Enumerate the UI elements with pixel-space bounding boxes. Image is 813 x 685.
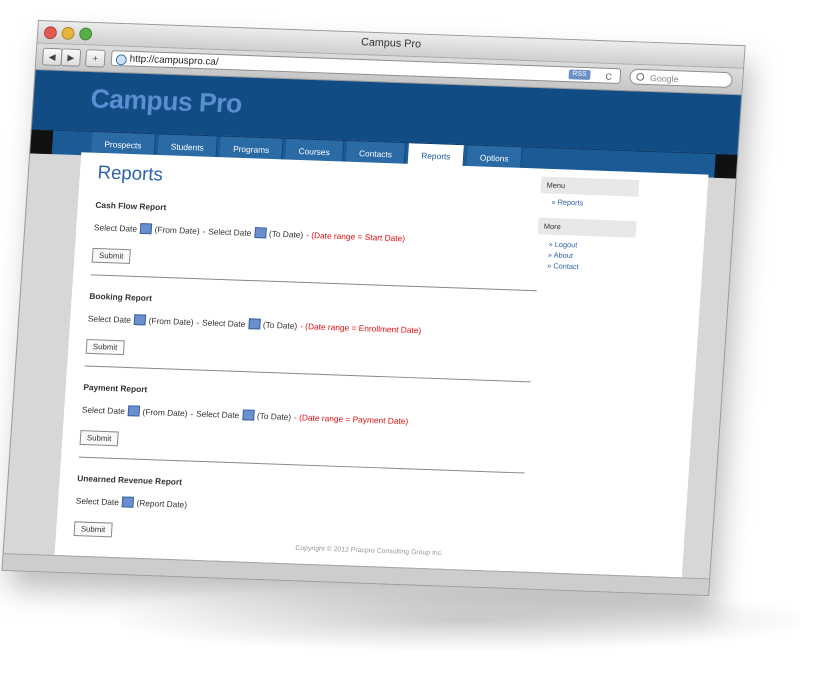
to-date-label: (To Date) (256, 410, 292, 422)
calendar-icon[interactable] (121, 496, 135, 508)
page-content: Reports Cash Flow Report Select Date (Fr… (54, 152, 709, 579)
calendar-icon[interactable] (247, 318, 261, 330)
calendar-icon[interactable] (241, 409, 255, 421)
page-title: Reports (96, 162, 164, 186)
divider (78, 456, 525, 474)
back-button[interactable]: ◀ (41, 47, 63, 67)
calendar-icon[interactable] (127, 405, 141, 417)
search-placeholder: Google (649, 73, 679, 85)
sidebar: Menu » Reports More » Logout » About » C… (535, 169, 640, 274)
add-bookmark-button[interactable]: + (84, 49, 106, 68)
sidebar-item-reports[interactable]: » Reports (539, 193, 638, 213)
date-selection-row: Select Date (From Date) - Select Date (T… (94, 221, 555, 248)
rss-badge[interactable]: RSS (568, 69, 591, 80)
submit-button[interactable]: Submit (85, 339, 125, 356)
date-range-note: - (Date range = Start Date) (305, 229, 406, 243)
from-date-label: (From Date) (154, 224, 200, 236)
site-logo[interactable]: Campus Pro (90, 84, 243, 120)
from-date-label: (From Date) (142, 406, 188, 418)
select-date-label: Select Date (75, 495, 120, 507)
date-selection-row: Select Date (From Date) - Select Date (T… (88, 313, 549, 340)
report-title: Booking Report (89, 291, 153, 304)
submit-button[interactable]: Submit (91, 247, 131, 264)
separator: - (190, 408, 194, 418)
report-date-label: (Report Date) (136, 497, 188, 510)
separator: - (202, 225, 206, 236)
to-date-label: (To Date) (268, 228, 304, 240)
date-selection-row: Select Date (Report Date) (76, 495, 537, 522)
forward-button[interactable]: ▶ (60, 48, 82, 67)
select-date-label-2: Select Date (195, 408, 240, 420)
cash-flow-report: Cash Flow Report Select Date (From Date)… (90, 199, 557, 292)
date-range-note: - (Date range = Payment Date) (293, 411, 409, 426)
reload-button[interactable]: C (605, 69, 612, 85)
floor-shadow (120, 590, 800, 650)
divider (84, 365, 531, 383)
separator: - (196, 316, 200, 327)
submit-button[interactable]: Submit (79, 430, 119, 447)
from-date-label: (From Date) (148, 315, 194, 327)
report-title: Cash Flow Report (95, 199, 167, 213)
booking-report: Booking Report Select Date (From Date) -… (84, 291, 551, 383)
browser-window: Campus Pro ◀ ▶ + http://campuspro.ca/ RS… (1, 20, 746, 597)
nav-edge-left (30, 129, 54, 155)
to-date-label: (To Date) (262, 319, 298, 331)
main-column: Reports Cash Flow Report Select Date (Fr… (73, 153, 560, 553)
select-date-label: Select Date (81, 404, 126, 416)
select-date-label-2: Select Date (201, 317, 246, 329)
stage: Campus Pro ◀ ▶ + http://campuspro.ca/ RS… (0, 0, 813, 685)
divider (90, 274, 537, 292)
submit-button[interactable]: Submit (73, 521, 113, 538)
calendar-icon[interactable] (253, 227, 267, 239)
select-date-label: Select Date (93, 221, 138, 234)
calendar-icon[interactable] (139, 223, 153, 235)
search-field[interactable]: Google (629, 68, 733, 89)
report-title: Unearned Revenue Report (77, 473, 183, 487)
nav-edge-right (714, 154, 738, 179)
date-selection-row: Select Date (From Date) - Select Date (T… (82, 404, 543, 431)
globe-icon (115, 54, 128, 66)
report-title: Payment Report (83, 382, 148, 395)
select-date-label: Select Date (87, 313, 132, 325)
select-date-label-2: Select Date (207, 225, 252, 238)
url-text: http://campuspro.ca/ (129, 53, 219, 68)
search-icon (636, 72, 645, 81)
payment-report: Payment Report Select Date (From Date) -… (78, 382, 545, 474)
date-range-note: - (Date range = Enrollment Date) (299, 320, 422, 335)
calendar-icon[interactable] (133, 314, 147, 326)
